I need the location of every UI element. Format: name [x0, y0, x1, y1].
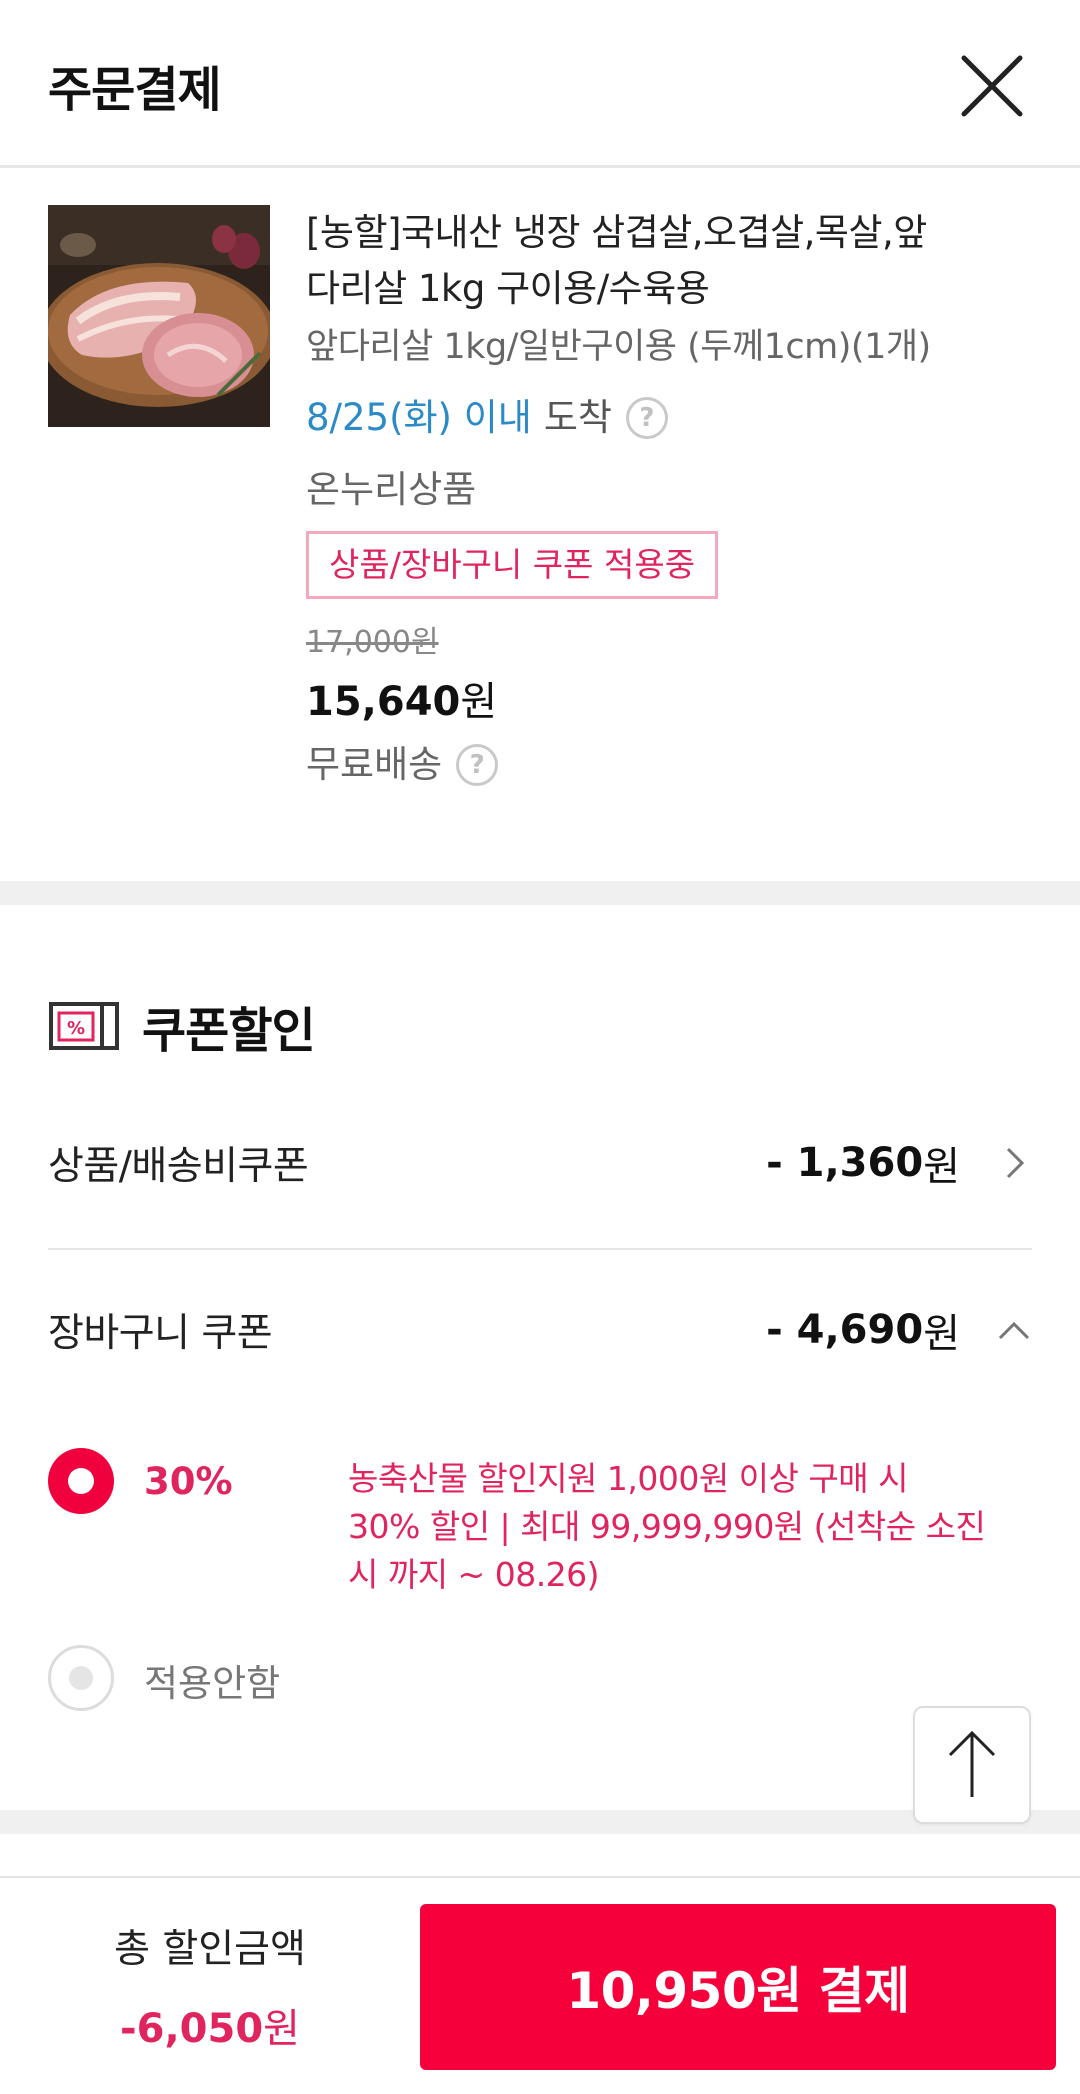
close-icon: [961, 55, 1023, 117]
onnuri-label: 온누리상품: [306, 468, 477, 511]
delivery-info: 8/25(화) 이내 도착 ?: [306, 393, 1036, 443]
sale-price: 15,640원: [306, 675, 1036, 729]
product-name-line2: 다리살 1kg 구이용/수육용: [306, 267, 710, 310]
shipping-label: 무료배송: [306, 743, 443, 786]
product-name-line1: [농할]국내산 냉장 삼겹살,오겹살,목살,앞: [306, 211, 927, 254]
coupon-desc-line1: 농축산물 할인지원 1,000원 이상 구매 시: [348, 1459, 908, 1498]
item-coupon-unit: 원: [923, 1144, 960, 1190]
pay-button[interactable]: 10,950원 결제: [420, 1904, 1056, 2070]
item-coupon-row[interactable]: 상품/배송비쿠폰 - 1,360 원: [48, 1118, 1032, 1208]
coupon-applied-badge: 상품/장바구니 쿠폰 적용중: [306, 531, 719, 599]
coupon-section: % 쿠폰할인 상품/배송비쿠폰 - 1,360 원 장바구니 쿠폰 - 4,690…: [0, 905, 1080, 1810]
product-info: [농할]국내산 냉장 삼겹살,오겹살,목살,앞 다리살 1kg 구이용/수육용 …: [306, 205, 1036, 791]
sale-price-number: 15,640: [306, 679, 461, 725]
total-discount-unit: 원: [263, 2006, 300, 2052]
coupon-percent: 30%: [144, 1460, 233, 1503]
cart-coupon-label: 장바구니 쿠폰: [48, 1311, 273, 1356]
no-coupon-radio[interactable]: [48, 1645, 114, 1711]
close-button[interactable]: [958, 52, 1026, 120]
item-coupon-right: - 1,360 원: [766, 1134, 1032, 1192]
chevron-right-icon: [1006, 1147, 1025, 1179]
bottom-bar: 총 할인금액 -6,050원 10,950원 결제: [0, 1876, 1080, 2094]
item-coupon-amount: - 1,360: [766, 1140, 924, 1186]
product-image: [48, 205, 270, 427]
coupon-icon: %: [49, 1002, 119, 1050]
cart-coupon-row[interactable]: 장바구니 쿠폰 - 4,690 원: [48, 1285, 1032, 1375]
section-divider: [0, 881, 1080, 905]
product-name[interactable]: [농할]국내산 냉장 삼겹살,오겹살,목살,앞 다리살 1kg 구이용/수육용: [306, 205, 1036, 317]
delivery-date: 8/25(화) 이내: [306, 396, 532, 439]
header: 주문결제: [0, 0, 1080, 168]
no-coupon-label: 적용안함: [144, 1662, 281, 1705]
shipping-help-icon[interactable]: ?: [456, 744, 499, 786]
product-section: [농할]국내산 냉장 삼겹살,오겹살,목살,앞 다리살 1kg 구이용/수육용 …: [0, 171, 1080, 881]
sale-price-unit: 원: [460, 679, 498, 725]
coupon-title: % 쿠폰할인: [48, 991, 316, 1061]
coupon-description: 농축산물 할인지원 1,000원 이상 구매 시 30% 할인 | 최대 99,…: [348, 1455, 1038, 1599]
coupon-desc-line2: 30% 할인 | 최대 99,999,990원 (선착순 소진: [348, 1507, 986, 1546]
page-title: 주문결제: [48, 62, 222, 118]
coupon-radio-selected[interactable]: [48, 1448, 114, 1514]
product-thumbnail[interactable]: [48, 205, 270, 427]
total-discount-amount: -6,050원: [0, 1996, 420, 2054]
total-discount-number: -6,050: [120, 2006, 264, 2052]
chevron-up-icon: [998, 1321, 1030, 1340]
cart-coupon-unit: 원: [923, 1311, 960, 1357]
delivery-suffix: 도착: [543, 396, 612, 439]
product-option: 앞다리살 1kg/일반구이용 (두께1cm)(1개): [306, 327, 931, 367]
row-separator: [48, 1248, 1032, 1250]
coupon-title-text: 쿠폰할인: [142, 1003, 316, 1059]
help-icon[interactable]: ?: [625, 397, 668, 439]
original-price: 17,000원: [306, 625, 439, 660]
cart-coupon-amount: - 4,690: [766, 1307, 924, 1353]
item-coupon-label: 상품/배송비쿠폰: [48, 1144, 309, 1189]
scroll-top-button[interactable]: [913, 1706, 1031, 1824]
cart-coupon-right: - 4,690 원: [766, 1301, 1032, 1359]
arrow-up-icon: [948, 1730, 996, 1797]
coupon-desc-line3: 시 까지 ~ 08.26): [348, 1555, 600, 1594]
shipping-info: 무료배송 ?: [306, 739, 1036, 791]
svg-text:%: %: [67, 1018, 85, 1039]
total-discount-label: 총 할인금액: [114, 1927, 306, 1972]
